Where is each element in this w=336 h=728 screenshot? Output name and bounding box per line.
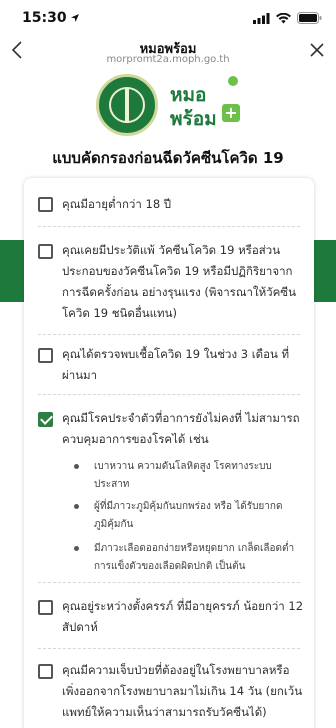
moph-seal-logo xyxy=(96,74,158,136)
question-text-2: คุณเคยมีประวัติแพ้ วัคซีนโควิด 19 หรือส่… xyxy=(62,243,296,320)
question-text-6: คุณมีความเจ็บป่วยที่ต้องอยู่ในโรงพยาบาลห… xyxy=(62,663,303,719)
question-item-4[interactable]: คุณมีโรคประจำตัวที่อาการยังไม่คงที่ ไม่ส… xyxy=(24,408,314,578)
chevron-left-icon[interactable] xyxy=(6,40,28,64)
question-checkbox-4[interactable] xyxy=(38,412,53,427)
bullet-text-3: มีภาวะเลือดออกง่ายหรือหยุดยาก เกล็ดเลือด… xyxy=(94,543,295,572)
question-text-4: คุณมีโรคประจำตัวที่อาการยังไม่คงที่ ไม่ส… xyxy=(62,411,300,446)
seal-staff xyxy=(125,89,129,123)
logo-row: หมอ พร้อม + xyxy=(0,74,336,136)
form-title: แบบคัดกรองก่อนฉีดวัคซีนโควิด 19 xyxy=(52,149,284,167)
question-item-6[interactable]: คุณมีความเจ็บป่วยที่ต้องอยู่ในโรงพยาบาลห… xyxy=(24,660,314,728)
browser-header: หมอพร้อม morpromt2a.moph.go.th xyxy=(0,36,336,70)
bullet-dot xyxy=(74,546,79,551)
question-checkbox-5[interactable] xyxy=(38,600,53,615)
page-url: morpromt2a.moph.go.th xyxy=(106,54,230,65)
close-glyph xyxy=(310,43,324,57)
divider xyxy=(38,582,300,583)
bullet-dot xyxy=(74,464,79,469)
divider xyxy=(38,334,300,335)
medical-cross-icon: + xyxy=(222,104,240,122)
question-text-3: คุณได้ตรวจพบเชื้อโควิด 19 ในช่วง 3 เดือน… xyxy=(62,347,290,382)
divider xyxy=(38,648,300,649)
location-arrow-icon xyxy=(70,14,79,22)
question-item-1[interactable]: คุณมีอายุต่ำกว่า 18 ปี xyxy=(24,194,314,230)
wifi-icon xyxy=(276,12,291,23)
status-time-group: 15:30 xyxy=(22,10,80,26)
question-item-2[interactable]: คุณเคยมีประวัติแพ้ วัคซีนโควิด 19 หรือส่… xyxy=(24,240,314,330)
status-time: 15:30 xyxy=(22,10,67,26)
bullet-text-1: เบาหวาน ความดันโลหิตสูง โรคทางระบบประสาท xyxy=(94,461,272,490)
logo-text-line2: พร้อม xyxy=(170,108,217,130)
question-checkbox-6[interactable] xyxy=(38,664,53,679)
question-item-5[interactable]: คุณอยู่ระหว่างตั้งครรภ์ ที่มีอายุครรภ์ น… xyxy=(24,596,314,642)
screening-card: คุณมีอายุต่ำกว่า 18 ปี คุณเคยมีประวัติแพ… xyxy=(24,178,314,728)
close-icon[interactable] xyxy=(306,40,328,64)
question-checkbox-2[interactable] xyxy=(38,244,53,259)
question-checkbox-3[interactable] xyxy=(38,348,53,363)
battery-icon xyxy=(297,12,322,24)
divider xyxy=(38,226,300,227)
bullet-dot xyxy=(74,504,79,509)
bullet-text-2: ผู้ที่มีภาวะภูมิคุ้มกันบกพร่อง หรือ ได้ร… xyxy=(94,501,283,530)
morprom-app-logo: หมอ พร้อม + xyxy=(170,76,242,136)
cellular-signal-icon xyxy=(253,12,270,24)
question-item-3[interactable]: คุณได้ตรวจพบเชื้อโควิด 19 ในช่วง 3 เดือน… xyxy=(24,344,314,388)
question-checkbox-1[interactable] xyxy=(38,197,53,212)
divider xyxy=(38,394,300,395)
question-text-5: คุณอยู่ระหว่างตั้งครรภ์ ที่มีอายุครรภ์ น… xyxy=(62,599,304,634)
back-arrow-glyph xyxy=(11,41,22,59)
status-bar: 15:30 xyxy=(0,0,336,36)
question-text-1: คุณมีอายุต่ำกว่า 18 ปี xyxy=(62,197,172,211)
logo-dot xyxy=(228,76,238,86)
status-icons xyxy=(253,12,322,24)
